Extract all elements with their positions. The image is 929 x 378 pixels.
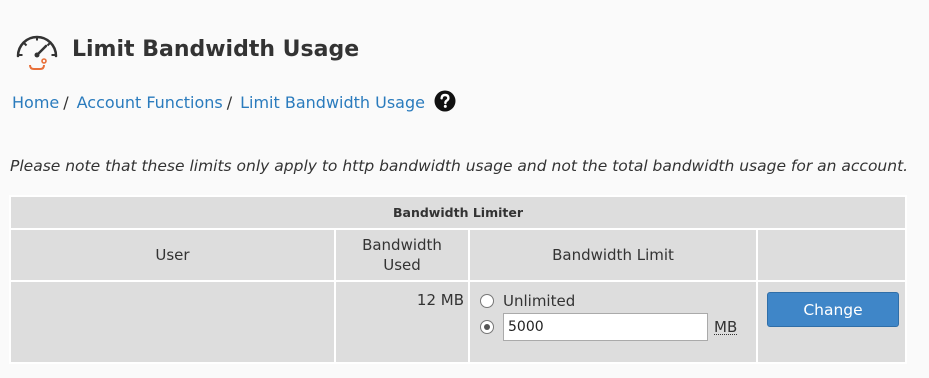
custom-limit-option[interactable]: MB [480, 312, 756, 342]
custom-limit-radio[interactable] [480, 320, 494, 334]
breadcrumb-separator: / [226, 93, 233, 112]
speedometer-icon [16, 35, 58, 70]
unit-label: MB [714, 317, 738, 336]
breadcrumb-separator: / [63, 93, 69, 112]
bandwidth-used-cell: 12 MB [334, 280, 470, 364]
bandwidth-limit-input[interactable] [503, 313, 708, 341]
unlimited-label[interactable]: Unlimited [503, 292, 575, 310]
unlimited-option[interactable]: Unlimited [480, 289, 756, 312]
page-header: Limit Bandwidth Usage [12, 26, 359, 72]
bandwidth-note: Please note that these limits only apply… [10, 157, 909, 175]
column-header-bandwidth-used: Bandwidth Used [334, 228, 470, 282]
breadcrumb-home-link[interactable]: Home [12, 93, 59, 112]
user-cell [9, 280, 336, 364]
table-row: 12 MB Unlimited MB Change [9, 280, 907, 364]
action-cell: Change [756, 280, 907, 364]
unlimited-radio[interactable] [480, 293, 494, 308]
breadcrumb-account-functions-link[interactable]: Account Functions [77, 93, 223, 112]
change-button[interactable]: Change [767, 292, 899, 327]
column-header-actions [756, 228, 907, 282]
column-header-bandwidth-limit: Bandwidth Limit [468, 228, 758, 282]
breadcrumb-current-link[interactable]: Limit Bandwidth Usage [240, 93, 425, 112]
bandwidth-limiter-table: Bandwidth Limiter User Bandwidth Used Ba… [9, 195, 907, 364]
breadcrumb: Home / Account Functions / Limit Bandwid… [12, 90, 456, 112]
table-caption: Bandwidth Limiter [9, 195, 907, 230]
column-header-user: User [9, 228, 336, 282]
page-title: Limit Bandwidth Usage [72, 36, 360, 62]
bandwidth-limit-cell: Unlimited MB [468, 280, 758, 364]
question-circle-icon[interactable] [434, 90, 456, 112]
column-header-bandwidth-used-label: Bandwidth Used [362, 236, 442, 274]
